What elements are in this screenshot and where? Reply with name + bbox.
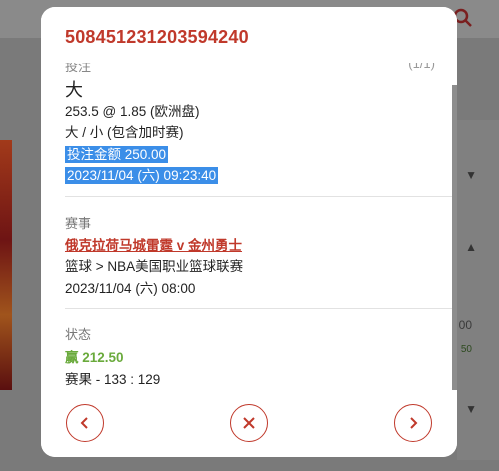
bet-counter: (1/1) bbox=[408, 63, 435, 71]
background-value: 00 bbox=[458, 318, 472, 332]
win-amount: 赢 212.50 bbox=[65, 350, 124, 365]
modal-header: 508451231203594240 bbox=[41, 7, 457, 63]
bet-selection: 大 bbox=[65, 80, 83, 100]
close-icon bbox=[243, 417, 255, 429]
divider bbox=[65, 196, 453, 197]
event-section-title: 赛事 bbox=[65, 216, 92, 231]
score-line: 赛果 - 133 : 129 bbox=[65, 372, 161, 387]
match-name-link[interactable]: 俄克拉荷马城雷霆 v 金州勇士 bbox=[65, 234, 242, 254]
status-section-title: 状态 bbox=[65, 327, 92, 342]
modal-body[interactable]: 投注 (1/1) 大 253.5 @ 1.85 (欧洲盘) 大 / 小 (包含加… bbox=[41, 63, 457, 393]
background-list bbox=[457, 120, 499, 460]
chevron-left-icon bbox=[80, 417, 88, 429]
stake-line: 投注金额 250.00 bbox=[65, 146, 169, 163]
event-start-time: 2023/11/04 (六) 08:00 bbox=[65, 281, 196, 296]
bet-section-label: 投注 bbox=[65, 63, 92, 74]
placed-time: 2023/11/04 (六) 09:23:40 bbox=[65, 167, 219, 184]
previous-button[interactable] bbox=[66, 404, 104, 442]
chevron-up-icon: ▲ bbox=[465, 240, 477, 254]
bet-detail-modal: 投注 (1/1) 大 253.5 @ 1.85 (欧洲盘) 大 / 小 (包含加… bbox=[41, 7, 457, 457]
next-button[interactable] bbox=[394, 404, 432, 442]
close-button[interactable] bbox=[230, 404, 268, 442]
order-id: 508451231203594240 bbox=[65, 27, 249, 47]
chevron-down-icon: ▼ bbox=[465, 402, 477, 416]
divider bbox=[65, 308, 453, 309]
odds-line: 253.5 @ 1.85 (欧洲盘) bbox=[65, 104, 200, 119]
league-line: 篮球 > NBA美国职业篮球联赛 bbox=[65, 259, 244, 274]
modal-scrollbar[interactable] bbox=[452, 85, 457, 390]
chevron-down-icon: ▼ bbox=[465, 168, 477, 182]
background-value: 50 bbox=[460, 344, 472, 355]
modal-footer bbox=[41, 393, 457, 457]
market-line: 大 / 小 (包含加时赛) bbox=[65, 125, 184, 140]
chevron-right-icon bbox=[410, 417, 418, 429]
background-banner bbox=[0, 140, 12, 390]
